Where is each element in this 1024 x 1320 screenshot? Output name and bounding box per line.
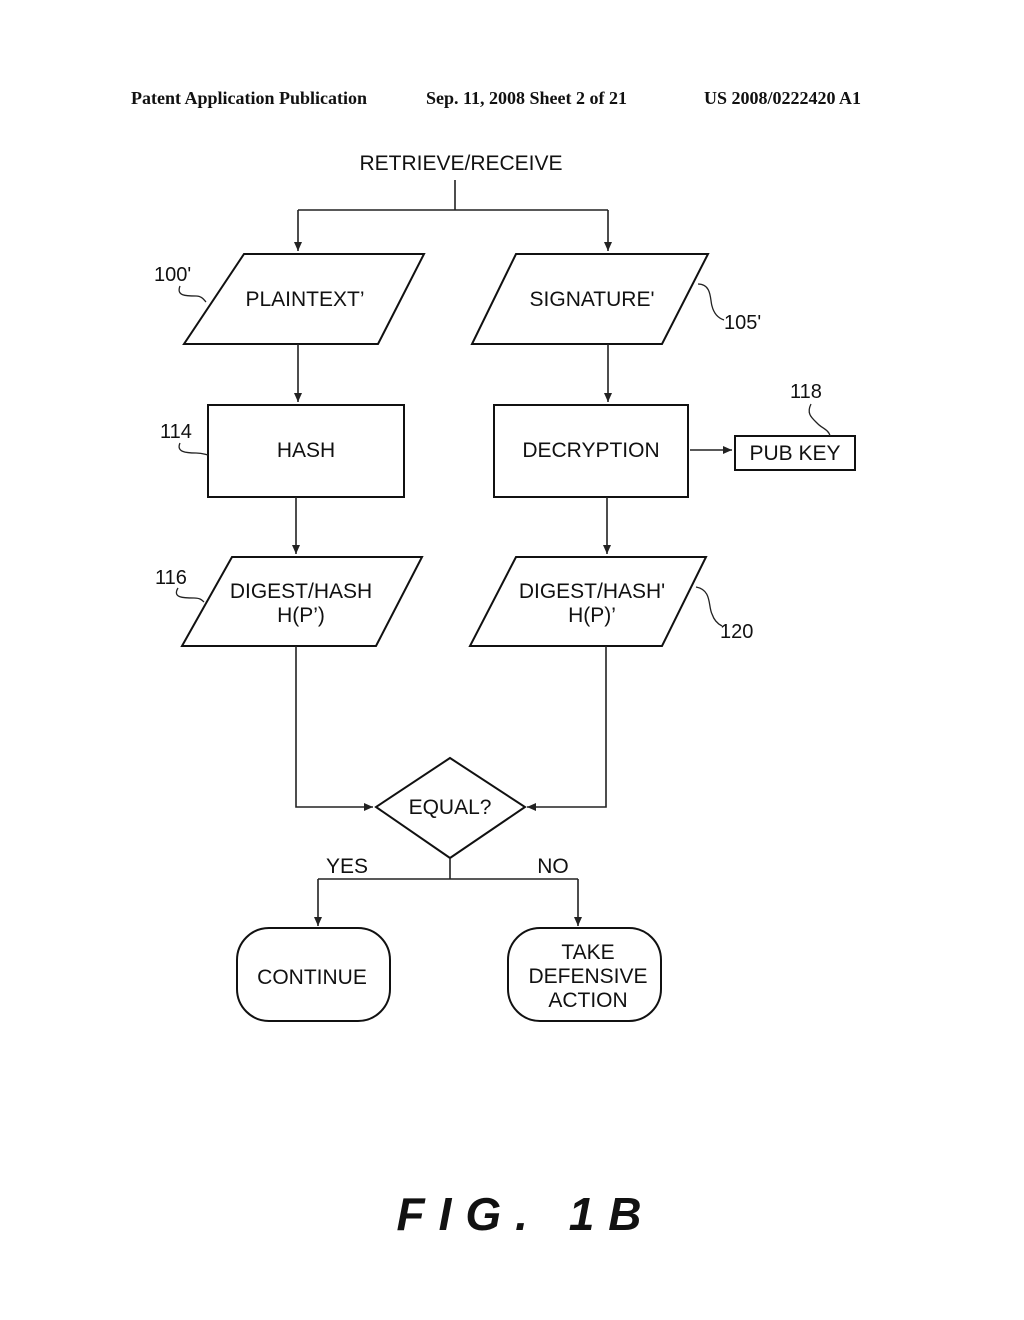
ref-114-leader [178, 442, 209, 456]
start-label: RETRIEVE/RECEIVE [359, 152, 562, 175]
ref-100-label: 100' [154, 264, 191, 286]
ref-118-leader [808, 403, 831, 437]
node-equal: EQUAL? [374, 756, 527, 860]
flowchart: RETRIEVE/RECEIVE PLAINTEXT’ 100' SIGNATU… [154, 152, 856, 1240]
yes-label: YES [326, 855, 368, 878]
ref-105-leader [697, 283, 725, 321]
node-defensive-action: TAKE DEFENSIVE ACTION [507, 927, 662, 1022]
no-label: NO [537, 855, 569, 878]
plaintext-label: PLAINTEXT’ [245, 288, 364, 311]
defensive-line1: TAKE [561, 941, 614, 964]
node-hash: HASH [207, 404, 405, 498]
edge-digest-right-equal [527, 646, 607, 811]
figure-label: FIG. 1B [396, 1188, 655, 1240]
digest-left-line1: DIGEST/HASH [230, 580, 372, 603]
equal-label: EQUAL? [409, 796, 492, 819]
node-signature: SIGNATURE' [470, 253, 710, 345]
ref-100: 100' [154, 264, 207, 303]
node-decryption: DECRYPTION [493, 404, 689, 498]
ref-116-label: 116 [155, 567, 187, 589]
ref-105-label: 105' [724, 312, 761, 334]
ref-114: 114 [160, 421, 209, 456]
ref-120-leader [695, 586, 723, 627]
digest-left-line2: H(P’) [277, 604, 325, 627]
pubkey-label: PUB KEY [749, 442, 840, 465]
ref-116: 116 [155, 567, 205, 603]
signature-label: SIGNATURE' [530, 288, 655, 311]
node-pubkey: PUB KEY [734, 435, 856, 471]
digest-right-line1: DIGEST/HASH' [519, 580, 665, 603]
node-digest-left: DIGEST/HASH H(P’) [180, 556, 424, 647]
node-continue: CONTINUE [236, 927, 391, 1022]
ref-120-label: 120 [720, 621, 753, 643]
ref-100-leader [178, 285, 207, 303]
decryption-label: DECRYPTION [522, 439, 659, 462]
edge-digest-left-equal [295, 646, 373, 811]
continue-label: CONTINUE [257, 966, 367, 989]
ref-114-label: 114 [160, 421, 192, 443]
ref-116-leader [175, 587, 205, 603]
hash-label: HASH [277, 439, 335, 462]
ref-118: 118 [790, 381, 831, 437]
digest-right-line2: H(P)’ [568, 604, 616, 627]
split-connector [298, 180, 608, 211]
ref-120: 120 [695, 586, 753, 643]
node-digest-right: DIGEST/HASH' H(P)’ [468, 556, 708, 647]
defensive-line2: DEFENSIVE [528, 965, 647, 988]
node-plaintext: PLAINTEXT’ [182, 253, 426, 345]
defensive-line3: ACTION [548, 989, 627, 1012]
ref-105: 105' [697, 283, 761, 334]
ref-118-label: 118 [790, 381, 822, 403]
